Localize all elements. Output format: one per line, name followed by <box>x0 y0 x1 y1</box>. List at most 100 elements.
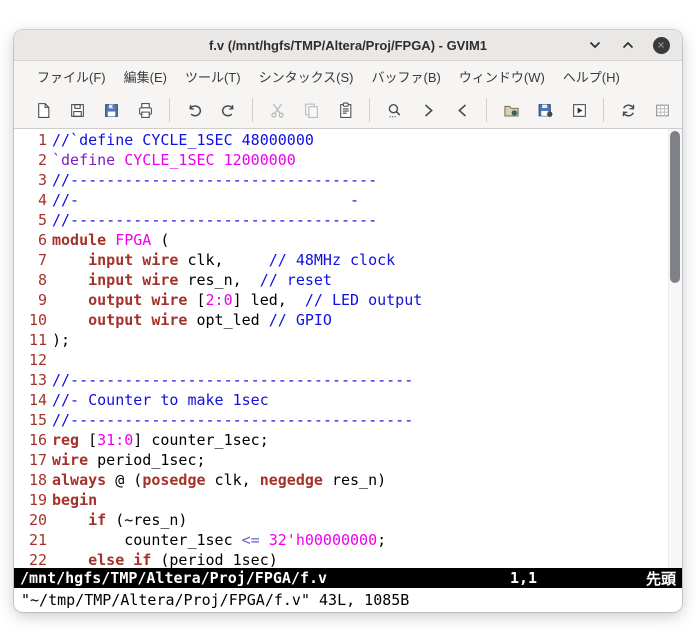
code-line: 18 always @ (posedge clk, negedge res_n) <box>14 470 668 490</box>
code-text: input wire clk, // 48MHz clock <box>88 251 396 269</box>
menu-buffers[interactable]: バッファ(B) <box>363 63 450 90</box>
find-next-button[interactable] <box>413 97 443 124</box>
menu-tools[interactable]: ツール(T) <box>176 63 250 90</box>
line-number: 6 <box>37 231 47 249</box>
line-number: 13 <box>28 371 47 389</box>
menu-file[interactable]: ファイル(F) <box>28 63 115 90</box>
toolbar-separator <box>169 98 170 122</box>
code-line: 19 begin <box>14 490 668 510</box>
undo-button[interactable] <box>179 97 209 124</box>
code-text: if (~res_n) <box>88 511 188 529</box>
line-number: 12 <box>28 351 47 369</box>
toolbar-separator <box>252 98 253 122</box>
minimize-button[interactable] <box>586 36 604 54</box>
code-line: 13 //------------------------------------… <box>14 370 668 390</box>
save-session-button[interactable] <box>530 97 560 124</box>
redo-button[interactable] <box>213 97 243 124</box>
tag-jump-button[interactable] <box>681 97 682 124</box>
redo-icon <box>220 102 237 119</box>
toolbar <box>14 92 682 128</box>
status-ruler: 1,1 <box>510 569 538 587</box>
close-button[interactable] <box>652 36 670 54</box>
code-text: //`define CYCLE_1SEC 48000000 <box>52 131 314 149</box>
save-all-icon <box>103 102 120 119</box>
line-number: 14 <box>28 391 47 409</box>
code-line: 7 input wire clk, // 48MHz clock <box>14 250 668 270</box>
code-line: 4 //- - <box>14 190 668 210</box>
save-session-icon <box>537 102 554 119</box>
code-line: 6 module FPGA ( <box>14 230 668 250</box>
code-line: 12 <box>14 350 668 370</box>
line-number: 7 <box>37 251 47 269</box>
code-line: 9 output wire [2:0] led, // LED output <box>14 290 668 310</box>
code-text: else if (period_1sec) <box>88 551 278 568</box>
line-number: 9 <box>37 291 47 309</box>
cut-button <box>262 97 292 124</box>
find-button[interactable] <box>379 97 409 124</box>
cut-icon <box>269 102 286 119</box>
line-number: 5 <box>37 211 47 229</box>
line-number: 1 <box>37 131 47 149</box>
make-button[interactable] <box>613 97 643 124</box>
find-prev-icon <box>454 102 471 119</box>
gvim-window: f.v (/mnt/hgfs/TMP/Altera/Proj/FPGA) - G… <box>14 30 682 612</box>
code-line: 3 //---------------------------------- <box>14 170 668 190</box>
code-text: output wire opt_led // GPIO <box>88 311 332 329</box>
status-bar: /mnt/hgfs/TMP/Altera/Proj/FPGA/f.v 1,1 先… <box>14 568 682 588</box>
code-line: 17 wire period_1sec; <box>14 450 668 470</box>
code-text: //-------------------------------------- <box>52 371 414 389</box>
run-ctags-button[interactable] <box>647 97 677 124</box>
print-button[interactable] <box>130 97 160 124</box>
close-icon <box>652 36 670 54</box>
menu-window[interactable]: ウィンドウ(W) <box>450 63 554 90</box>
line-number: 22 <box>28 551 47 568</box>
code-text: module FPGA ( <box>52 231 170 249</box>
make-icon <box>620 102 637 119</box>
code-text: //-------------------------------------- <box>52 411 414 429</box>
code-line: 20 if (~res_n) <box>14 510 668 530</box>
code-line: 10 output wire opt_led // GPIO <box>14 310 668 330</box>
maximize-button[interactable] <box>619 36 637 54</box>
scrollbar-thumb[interactable] <box>670 131 680 283</box>
title-bar[interactable]: f.v (/mnt/hgfs/TMP/Altera/Proj/FPGA) - G… <box>14 30 682 61</box>
status-filename: /mnt/hgfs/TMP/Altera/Proj/FPGA/f.v <box>20 569 328 587</box>
code-text: `define CYCLE_1SEC 12000000 <box>52 151 296 169</box>
line-number: 4 <box>37 191 47 209</box>
new-file-button[interactable] <box>28 97 58 124</box>
find-prev-button[interactable] <box>447 97 477 124</box>
code-line: 14 //- Counter to make 1sec <box>14 390 668 410</box>
code-line: 15 //------------------------------------… <box>14 410 668 430</box>
code-area[interactable]: 1 //`define CYCLE_1SEC 48000000 2 `define C… <box>14 129 668 568</box>
line-number: 8 <box>37 271 47 289</box>
code-line: 1 //`define CYCLE_1SEC 48000000 <box>14 130 668 150</box>
line-number: 20 <box>28 511 47 529</box>
run-ctags-icon <box>654 102 671 119</box>
editor: 1 //`define CYCLE_1SEC 48000000 2 `define C… <box>14 128 682 568</box>
load-session-button[interactable] <box>496 97 526 124</box>
toolbar-separator <box>486 98 487 122</box>
vertical-scrollbar[interactable] <box>668 129 682 568</box>
chevron-down-icon <box>589 36 601 54</box>
line-number: 2 <box>37 151 47 169</box>
paste-button[interactable] <box>330 97 360 124</box>
line-number: 3 <box>37 171 47 189</box>
code-text: ); <box>52 331 71 349</box>
run-script-button[interactable] <box>564 97 594 124</box>
menu-help[interactable]: ヘルプ(H) <box>554 63 629 90</box>
print-icon <box>137 102 154 119</box>
menu-syntax[interactable]: シンタックス(S) <box>250 63 363 90</box>
save-button[interactable] <box>62 97 92 124</box>
undo-icon <box>186 102 203 119</box>
code-text: reg [31:0] counter_1sec; <box>52 431 269 449</box>
code-line: 22 else if (period_1sec) <box>14 550 668 568</box>
menu-edit[interactable]: 編集(E) <box>115 63 176 90</box>
code-text: wire period_1sec; <box>52 451 206 469</box>
code-text: input wire res_n, // reset <box>88 271 332 289</box>
save-all-button[interactable] <box>96 97 126 124</box>
command-line[interactable]: "~/tmp/TMP/Altera/Proj/FPGA/f.v" 43L, 10… <box>14 588 682 612</box>
code-text: always @ (posedge clk, negedge res_n) <box>52 471 387 489</box>
menu-bar: ファイル(F) 編集(E) ツール(T) シンタックス(S) バッファ(B) ウィンドウ(… <box>14 61 682 92</box>
code-line: 16 reg [31:0] counter_1sec; <box>14 430 668 450</box>
copy-button <box>296 97 326 124</box>
